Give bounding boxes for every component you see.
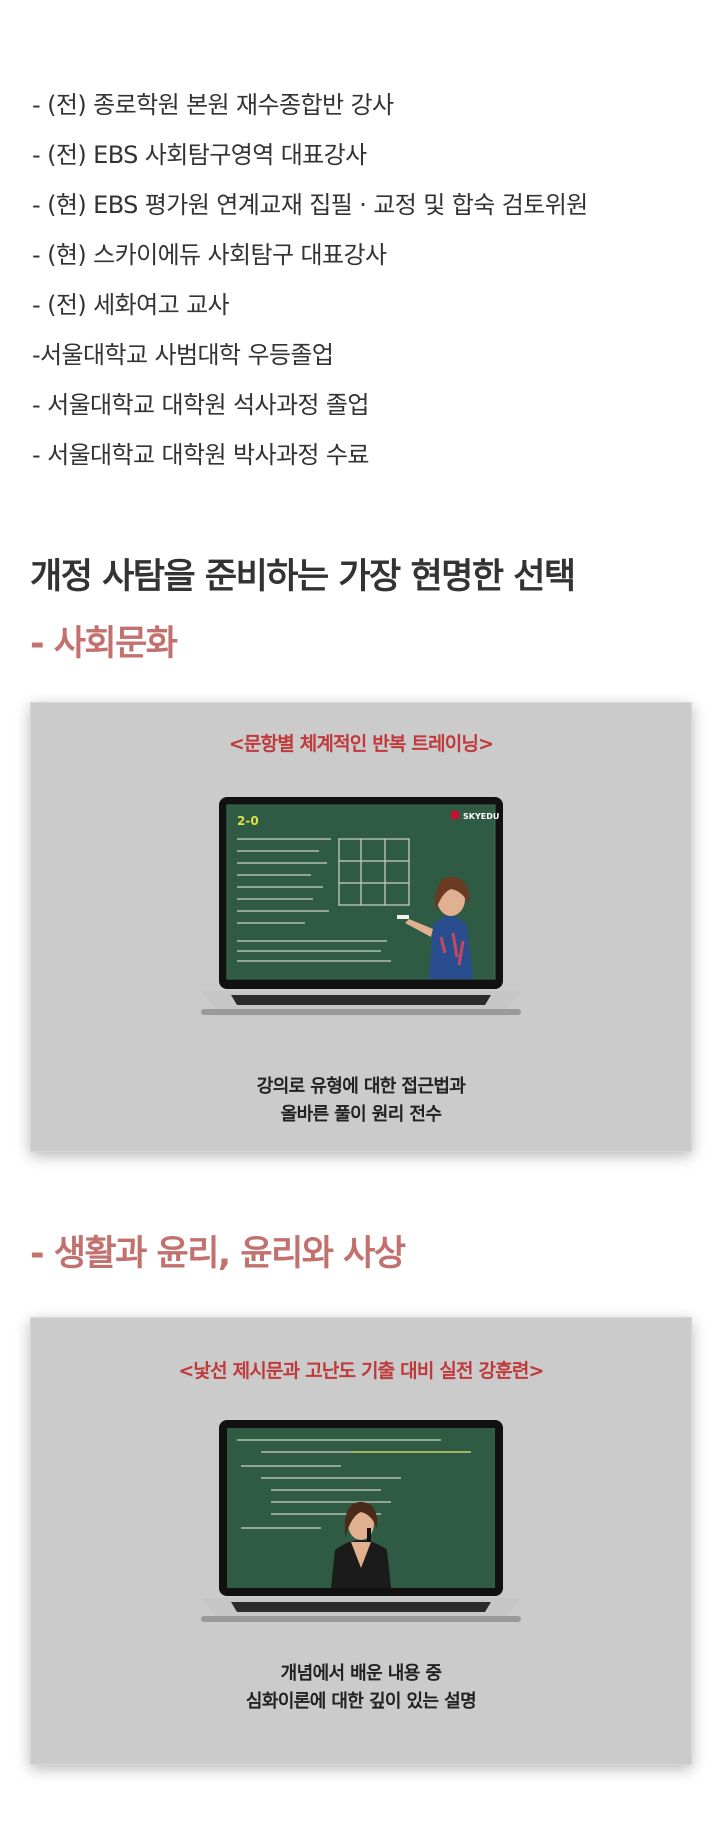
svg-text:2-0: 2-0 bbox=[237, 814, 259, 828]
bio-item: - (전) 종로학원 본원 재수종합반 강사 bbox=[32, 91, 394, 119]
desc-line-2: 심화이론에 대한 깊이 있는 설명 bbox=[245, 1691, 477, 1712]
instructor-bio-list: - (전) 종로학원 본원 재수종합반 강사 - (전) EBS 사회탐구영역 … bbox=[32, 80, 588, 480]
desc-line-1: 개념에서 배운 내용 중 bbox=[280, 1663, 442, 1684]
brand-logo-icon bbox=[451, 811, 459, 819]
card-title: <낯선 제시문과 고난도 기출 대비 실전 강훈련> bbox=[178, 1360, 544, 1382]
bio-item: - (현) EBS 평가원 연계교재 집필 · 교정 및 합숙 검토위원 bbox=[32, 191, 588, 219]
bio-item: -서울대학교 사범대학 우등졸업 bbox=[32, 341, 334, 369]
laptop-lecture-image bbox=[201, 1420, 521, 1622]
main-heading: 개정 사탐을 준비하는 가장 현명한 선택 bbox=[30, 557, 576, 597]
bio-item: - (전) 세화여고 교사 bbox=[32, 291, 230, 319]
section-heading-ethics: - 생활과 윤리, 윤리와 사상 bbox=[30, 1234, 406, 1274]
lecture-preview-card-social-culture[interactable]: <문항별 체계적인 반복 트레이닝> 2-0 SKYEDU 강의로 유형에 대한… bbox=[30, 702, 692, 1152]
bio-item: - (전) EBS 사회탐구영역 대표강사 bbox=[32, 141, 367, 169]
bio-item: - 서울대학교 대학원 박사과정 수료 bbox=[32, 441, 370, 469]
section-heading-social-culture: - 사회문화 bbox=[30, 624, 178, 664]
laptop-lecture-image: 2-0 SKYEDU bbox=[201, 797, 521, 1015]
page: - (전) 종로학원 본원 재수종합반 강사 - (전) EBS 사회탐구영역 … bbox=[0, 0, 720, 1846]
bio-item: - 서울대학교 대학원 석사과정 졸업 bbox=[32, 391, 370, 419]
card-description: 개념에서 배운 내용 중 심화이론에 대한 깊이 있는 설명 bbox=[31, 1660, 691, 1716]
card-description: 강의로 유형에 대한 접근법과 올바른 풀이 원리 전수 bbox=[31, 1073, 691, 1129]
desc-line-2: 올바른 풀이 원리 전수 bbox=[280, 1104, 442, 1125]
brand-logo-text: SKYEDU bbox=[463, 812, 499, 821]
desc-line-1: 강의로 유형에 대한 접근법과 bbox=[256, 1076, 466, 1097]
bio-item: - (현) 스카이에듀 사회탐구 대표강사 bbox=[32, 241, 387, 269]
lecture-preview-card-ethics[interactable]: <낯선 제시문과 고난도 기출 대비 실전 강훈련> 개념에서 배운 내용 중 … bbox=[30, 1317, 692, 1765]
card-title: <문항별 체계적인 반복 트레이닝> bbox=[228, 733, 494, 755]
